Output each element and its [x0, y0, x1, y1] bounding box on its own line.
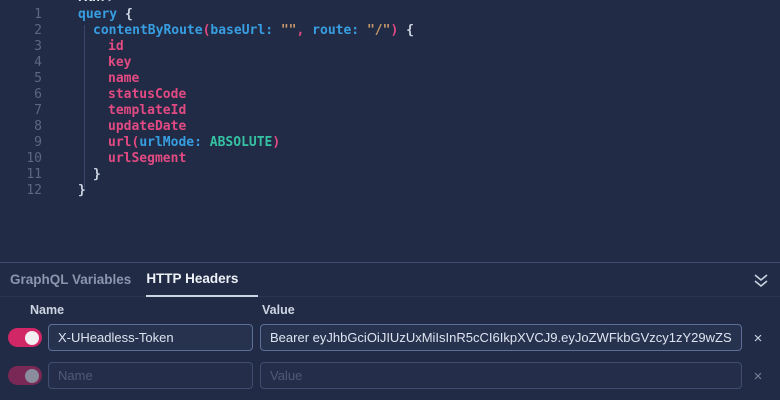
code-line[interactable]: 12}: [0, 183, 780, 199]
code-line-content: urlSegment: [108, 151, 187, 166]
code-line-content: name: [108, 71, 140, 86]
line-number: 10: [26, 151, 42, 166]
code-line-content: templateId: [108, 103, 187, 118]
line-number: 7: [34, 103, 42, 118]
toggle-knob: [25, 330, 39, 345]
line-number: 5: [34, 71, 42, 86]
code-line[interactable]: 7 templateId: [0, 103, 780, 119]
remove-header-button[interactable]: ×: [747, 327, 769, 349]
bottom-panel: GraphQL Variables HTTP Headers Name Valu…: [0, 262, 780, 400]
value-column-label: Value: [262, 303, 295, 317]
code-line[interactable]: 11}: [0, 167, 780, 183]
code-line[interactable]: 9 url(urlMode: ABSOLUTE): [0, 135, 780, 151]
code-line-content: url(urlMode: ABSOLUTE): [108, 135, 281, 150]
tab-graphql-variables[interactable]: GraphQL Variables: [10, 263, 131, 297]
line-number: 4: [34, 55, 42, 70]
header-value-input[interactable]: [260, 324, 742, 351]
header-enabled-toggle[interactable]: [8, 366, 42, 385]
line-number: 3: [34, 39, 42, 54]
header-value-input[interactable]: [260, 362, 742, 389]
indent-guide: [84, 25, 85, 188]
line-number: 12: [26, 183, 42, 198]
code-line-content: updateDate: [108, 119, 187, 134]
remove-header-button[interactable]: ×: [747, 365, 769, 387]
name-column-label: Name: [30, 303, 65, 317]
code-line-content: key: [108, 55, 132, 70]
line-number: 11: [26, 167, 42, 182]
code-line-content: query {: [78, 7, 133, 22]
code-line-content: contentByRoute(baseUrl: "", route: "/") …: [93, 23, 414, 38]
line-number: 2: [34, 23, 42, 38]
line-number: 9: [34, 135, 42, 150]
toggle-knob: [25, 368, 39, 383]
run-button[interactable]: Run ▸: [78, 0, 116, 5]
line-number: 8: [34, 119, 42, 134]
line-number: 6: [34, 87, 42, 102]
chevron-double-down-icon[interactable]: [750, 269, 772, 291]
header-name-input[interactable]: [48, 324, 253, 351]
code-line[interactable]: 8 updateDate: [0, 119, 780, 135]
code-line[interactable]: 10 urlSegment: [0, 151, 780, 167]
code-line-content: statusCode: [108, 87, 187, 102]
code-line[interactable]: 6 statusCode: [0, 87, 780, 103]
header-row: ×: [0, 324, 780, 351]
query-editor[interactable]: Run ▸ 1 query { 2 contentByRoute(baseUrl: "…: [0, 0, 780, 262]
tab-http-headers[interactable]: HTTP Headers: [146, 262, 259, 297]
code-line[interactable]: 5 name: [0, 71, 780, 87]
graphql-playground: Run ▸ 1 query { 2 contentByRoute(baseUrl: "…: [0, 0, 780, 400]
code-line-content: }: [93, 167, 101, 182]
panel-tabbar: GraphQL Variables HTTP Headers: [0, 263, 780, 297]
header-columns: Name Value: [0, 297, 780, 324]
code-line[interactable]: 2 contentByRoute(baseUrl: "", route: "/")…: [0, 23, 780, 39]
code-line[interactable]: 1 query {: [0, 7, 780, 23]
header-name-input[interactable]: [48, 362, 253, 389]
header-enabled-toggle[interactable]: [8, 328, 42, 347]
query-code[interactable]: 1 query { 2 contentByRoute(baseUrl: "", rou…: [0, 7, 780, 199]
code-line[interactable]: 3 id: [0, 39, 780, 55]
header-rows: ××: [0, 324, 780, 389]
header-row: ×: [0, 362, 780, 389]
line-number: 1: [34, 7, 42, 22]
code-line[interactable]: 4 key: [0, 55, 780, 71]
